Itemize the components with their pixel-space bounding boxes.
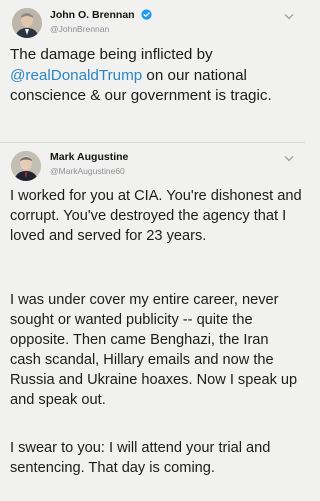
avatar-mark-augustine[interactable] — [11, 151, 41, 181]
avatar-john-brennan[interactable] — [12, 8, 42, 38]
tweet-text: The damage being inflicted by @realDonal… — [10, 45, 300, 107]
author-name-text[interactable]: John O. Brennan — [50, 9, 135, 21]
tweet-text-part: The damage being inflicted by — [10, 46, 213, 63]
tweet-feed: John O. Brennan @JohnBrennan The damage … — [0, 0, 305, 500]
reply-paragraph: I worked for you at CIA. You're dishones… — [10, 188, 302, 244]
avatar-image — [12, 8, 42, 38]
verified-badge-icon — [140, 9, 152, 20]
chevron-down-icon[interactable] — [284, 13, 294, 20]
reply-paragraph: I was under cover my entire career, neve… — [10, 292, 298, 408]
reply-card[interactable]: Mark Augustine @MarkAugustine60 I worked… — [0, 142, 305, 501]
avatar-image — [11, 151, 41, 181]
mention-link[interactable]: @realDonaldTrump — [10, 67, 142, 84]
reply-author-name[interactable]: Mark Augustine — [50, 151, 128, 163]
tweet-card[interactable]: John O. Brennan @JohnBrennan The damage … — [0, 0, 305, 142]
reply-paragraph: I swear to you: I will attend your trial… — [10, 440, 271, 476]
author-handle[interactable]: @JohnBrennan — [50, 24, 109, 34]
chevron-down-icon[interactable] — [284, 155, 294, 162]
reply-author-handle[interactable]: @MarkAugustine60 — [50, 166, 125, 176]
author-name[interactable]: John O. Brennan — [50, 9, 152, 21]
